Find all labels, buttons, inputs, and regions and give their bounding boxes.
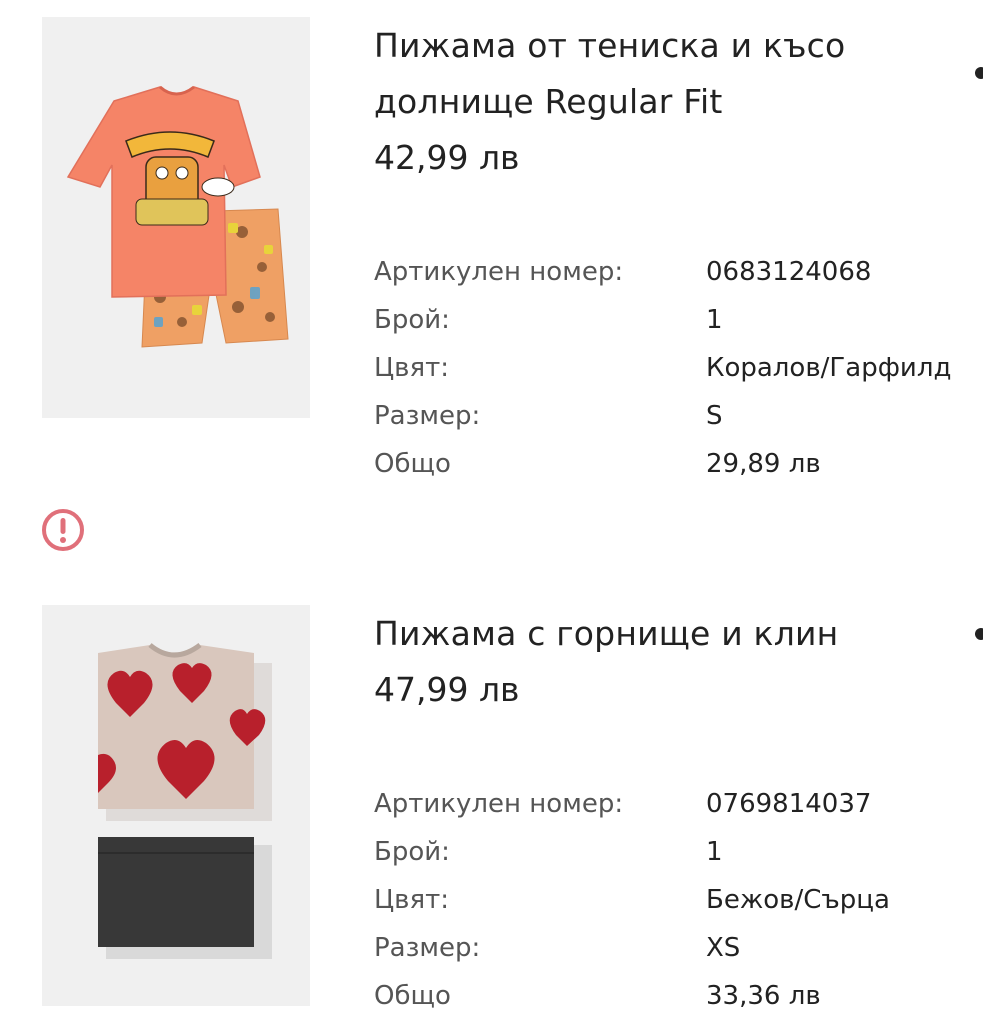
alert-circle-icon[interactable] — [40, 507, 86, 553]
product-image[interactable] — [42, 605, 310, 1006]
product-price: 47,99 лв — [374, 670, 520, 709]
detail-value: 1 — [706, 837, 723, 867]
detail-label: Размер: — [374, 401, 481, 431]
detail-value: 33,36 лв — [706, 981, 821, 1011]
order-item-1: Пижама от тениска и късо долнище Regular… — [0, 0, 983, 560]
detail-label: Общо — [374, 449, 451, 479]
coral-tshirt-shorts-pajama-image — [42, 17, 310, 418]
order-items-page: Пижама от тениска и късо долнище Regular… — [0, 0, 983, 1034]
product-details: Артикулен номер: 0769814037 Брой: 1 Цвят… — [374, 780, 983, 1020]
detail-label: Брой: — [374, 837, 450, 867]
more-options-icon[interactable] — [975, 67, 983, 79]
detail-label: Брой: — [374, 305, 450, 335]
detail-value: 29,89 лв — [706, 449, 821, 479]
detail-value: Коралов/Гарфилд — [706, 353, 952, 383]
detail-value: XS — [706, 933, 741, 963]
detail-row-article-number: Артикулен номер: 0683124068 — [374, 248, 983, 296]
detail-label: Артикулен номер: — [374, 257, 624, 287]
detail-row-color: Цвят: Коралов/Гарфилд — [374, 344, 983, 392]
detail-label: Размер: — [374, 933, 481, 963]
detail-value: S — [706, 401, 723, 431]
detail-row-total: Общо 29,89 лв — [374, 440, 983, 488]
product-title[interactable]: Пижама с горнище и клин — [374, 606, 934, 662]
product-image[interactable] — [42, 17, 310, 418]
detail-row-color: Цвят: Бежов/Сърца — [374, 876, 983, 924]
detail-row-size: Размер: XS — [374, 924, 983, 972]
detail-value: 0769814037 — [706, 789, 872, 819]
product-price: 42,99 лв — [374, 138, 520, 177]
detail-value: Бежов/Сърца — [706, 885, 890, 915]
detail-label: Цвят: — [374, 353, 450, 383]
detail-label: Цвят: — [374, 885, 450, 915]
detail-row-size: Размер: S — [374, 392, 983, 440]
detail-value: 0683124068 — [706, 257, 872, 287]
beige-hearts-top-leggings-pajama-image — [42, 605, 310, 1006]
detail-row-total: Общо 33,36 лв — [374, 972, 983, 1020]
detail-label: Артикулен номер: — [374, 789, 624, 819]
detail-label: Общо — [374, 981, 451, 1011]
more-options-icon[interactable] — [975, 628, 983, 640]
detail-row-quantity: Брой: 1 — [374, 828, 983, 876]
detail-row-quantity: Брой: 1 — [374, 296, 983, 344]
product-details: Артикулен номер: 0683124068 Брой: 1 Цвят… — [374, 248, 983, 488]
product-title[interactable]: Пижама от тениска и късо долнище Regular… — [374, 18, 934, 130]
detail-value: 1 — [706, 305, 723, 335]
detail-row-article-number: Артикулен номер: 0769814037 — [374, 780, 983, 828]
order-item-2: Пижама с горнище и клин 47,99 лв Артикул… — [0, 590, 983, 1034]
